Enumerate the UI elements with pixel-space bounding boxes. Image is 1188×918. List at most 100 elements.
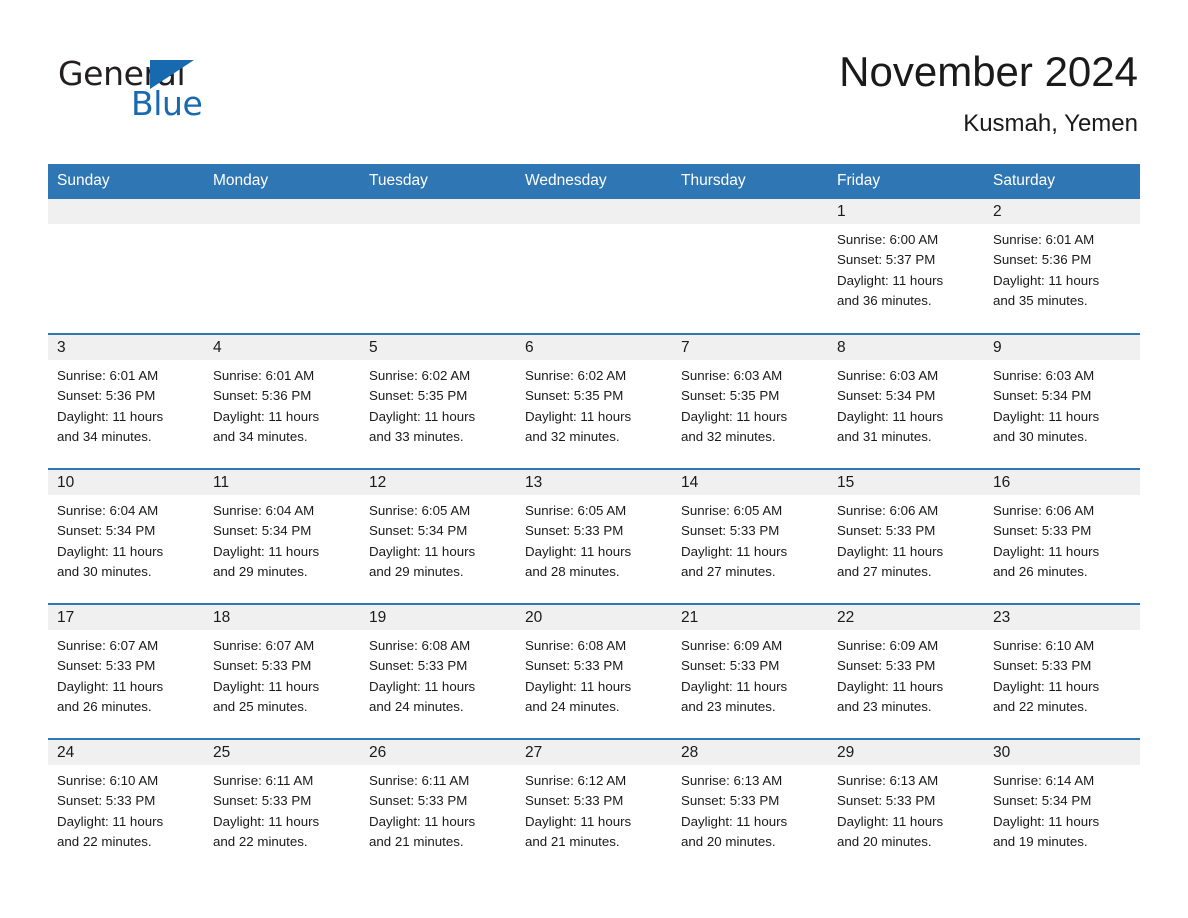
sunrise-time: Sunrise: 6:02 AM bbox=[525, 368, 627, 384]
calendar-day-cell[interactable]: 16 Sunrise: 6:06 AM Sunset: 5:33 PM Dayligh… bbox=[984, 468, 1140, 605]
sunrise-time: Sunrise: 6:14 AM bbox=[993, 773, 1095, 789]
calendar-day-cell[interactable]: 8 Sunrise: 6:03 AM Sunset: 5:34 PM Daylight… bbox=[828, 333, 984, 470]
calendar-day-cell[interactable]: 14 Sunrise: 6:05 AM Sunset: 5:33 PM Dayligh… bbox=[672, 468, 828, 605]
day-cell-content: 28 Sunrise: 6:13 AM Sunset: 5:33 PM Dayligh… bbox=[672, 740, 828, 874]
sunset-time: Sunset: 5:33 PM bbox=[681, 523, 780, 539]
generalblue-logo[interactable]: General Blue bbox=[58, 48, 228, 123]
sunrise-time: Sunrise: 6:07 AM bbox=[57, 638, 159, 654]
day-number: 9 bbox=[984, 335, 1140, 361]
sunrise-time: Sunrise: 6:02 AM bbox=[369, 368, 471, 384]
calendar-day-cell[interactable]: 13 Sunrise: 6:05 AM Sunset: 5:33 PM Dayligh… bbox=[516, 468, 672, 605]
day-details bbox=[360, 224, 516, 230]
calendar-day-cell[interactable]: 30 Sunrise: 6:14 AM Sunset: 5:34 PM Dayligh… bbox=[984, 738, 1140, 875]
daylight-duration-line1: Daylight: 11 hours bbox=[993, 272, 1100, 288]
sunset-time: Sunset: 5:33 PM bbox=[57, 658, 156, 674]
day-number bbox=[672, 199, 828, 225]
calendar-day-cell[interactable]: 29 Sunrise: 6:13 AM Sunset: 5:33 PM Dayligh… bbox=[828, 738, 984, 875]
day-details: Sunrise: 6:03 AM Sunset: 5:35 PM Daylight:… bbox=[672, 360, 828, 447]
calendar-day-cell[interactable]: 21 Sunrise: 6:09 AM Sunset: 5:33 PM Dayligh… bbox=[672, 603, 828, 740]
sunrise-time: Sunrise: 6:09 AM bbox=[681, 638, 783, 654]
day-number: 3 bbox=[48, 335, 204, 361]
daylight-duration-line1: Daylight: 11 hours bbox=[213, 813, 320, 829]
sunset-time: Sunset: 5:33 PM bbox=[525, 658, 624, 674]
daylight-duration-line2: and 25 minutes. bbox=[213, 698, 308, 714]
sunset-time: Sunset: 5:33 PM bbox=[993, 658, 1092, 674]
calendar-day-cell[interactable]: 17 Sunrise: 6:07 AM Sunset: 5:33 PM Dayligh… bbox=[48, 603, 204, 740]
weekday-header-wednesday: Wednesday bbox=[516, 164, 672, 200]
daylight-duration-line1: Daylight: 11 hours bbox=[837, 543, 944, 559]
calendar-day-cell[interactable]: 9 Sunrise: 6:03 AM Sunset: 5:34 PM Daylight… bbox=[984, 333, 1140, 470]
calendar-day-cell[interactable]: 27 Sunrise: 6:12 AM Sunset: 5:33 PM Dayligh… bbox=[516, 738, 672, 875]
sunset-time: Sunset: 5:33 PM bbox=[681, 793, 780, 809]
day-cell-content: 3 Sunrise: 6:01 AM Sunset: 5:36 PM Daylight… bbox=[48, 335, 204, 468]
sunrise-time: Sunrise: 6:01 AM bbox=[213, 368, 315, 384]
calendar-day-cell[interactable]: 7 Sunrise: 6:03 AM Sunset: 5:35 PM Daylight… bbox=[672, 333, 828, 470]
day-cell-content: 22 Sunrise: 6:09 AM Sunset: 5:33 PM Dayligh… bbox=[828, 605, 984, 738]
day-details: Sunrise: 6:04 AM Sunset: 5:34 PM Daylight:… bbox=[48, 495, 204, 582]
sunrise-time: Sunrise: 6:06 AM bbox=[993, 503, 1095, 519]
calendar-day-cell[interactable]: 2 Sunrise: 6:01 AM Sunset: 5:36 PM Daylight… bbox=[984, 199, 1140, 334]
daylight-duration-line1: Daylight: 11 hours bbox=[681, 678, 788, 694]
calendar-day-cell[interactable]: 24 Sunrise: 6:10 AM Sunset: 5:33 PM Dayligh… bbox=[48, 738, 204, 875]
calendar-day-cell-empty bbox=[204, 199, 360, 334]
daylight-duration-line1: Daylight: 11 hours bbox=[837, 272, 944, 288]
calendar-day-cell[interactable]: 23 Sunrise: 6:10 AM Sunset: 5:33 PM Dayligh… bbox=[984, 603, 1140, 740]
calendar-day-cell[interactable]: 26 Sunrise: 6:11 AM Sunset: 5:33 PM Dayligh… bbox=[360, 738, 516, 875]
daylight-duration-line2: and 31 minutes. bbox=[837, 428, 932, 444]
weekday-header-thursday: Thursday bbox=[672, 164, 828, 200]
sunrise-time: Sunrise: 6:08 AM bbox=[525, 638, 627, 654]
calendar-day-cell[interactable]: 3 Sunrise: 6:01 AM Sunset: 5:36 PM Daylight… bbox=[48, 333, 204, 470]
sunrise-time: Sunrise: 6:10 AM bbox=[993, 638, 1095, 654]
day-details: Sunrise: 6:14 AM Sunset: 5:34 PM Daylight:… bbox=[984, 765, 1140, 852]
day-details: Sunrise: 6:11 AM Sunset: 5:33 PM Daylight:… bbox=[360, 765, 516, 852]
day-number bbox=[360, 199, 516, 225]
day-cell-content: 19 Sunrise: 6:08 AM Sunset: 5:33 PM Dayligh… bbox=[360, 605, 516, 738]
day-details: Sunrise: 6:13 AM Sunset: 5:33 PM Daylight:… bbox=[828, 765, 984, 852]
day-details: Sunrise: 6:02 AM Sunset: 5:35 PM Daylight:… bbox=[516, 360, 672, 447]
day-number bbox=[48, 199, 204, 225]
day-cell-content: 17 Sunrise: 6:07 AM Sunset: 5:33 PM Dayligh… bbox=[48, 605, 204, 738]
daylight-duration-line1: Daylight: 11 hours bbox=[213, 543, 320, 559]
calendar-day-cell[interactable]: 4 Sunrise: 6:01 AM Sunset: 5:36 PM Daylight… bbox=[204, 333, 360, 470]
calendar-day-cell[interactable]: 10 Sunrise: 6:04 AM Sunset: 5:34 PM Dayligh… bbox=[48, 468, 204, 605]
day-cell-content: 20 Sunrise: 6:08 AM Sunset: 5:33 PM Dayligh… bbox=[516, 605, 672, 738]
day-cell-content: 7 Sunrise: 6:03 AM Sunset: 5:35 PM Daylight… bbox=[672, 335, 828, 468]
sunset-time: Sunset: 5:36 PM bbox=[213, 388, 312, 404]
calendar-day-cell[interactable]: 1 Sunrise: 6:00 AM Sunset: 5:37 PM Daylight… bbox=[828, 199, 984, 334]
calendar-day-cell[interactable]: 22 Sunrise: 6:09 AM Sunset: 5:33 PM Dayligh… bbox=[828, 603, 984, 740]
daylight-duration-line2: and 19 minutes. bbox=[993, 833, 1088, 849]
daylight-duration-line2: and 20 minutes. bbox=[681, 833, 776, 849]
sunrise-time: Sunrise: 6:05 AM bbox=[369, 503, 471, 519]
calendar-day-cell[interactable]: 6 Sunrise: 6:02 AM Sunset: 5:35 PM Daylight… bbox=[516, 333, 672, 470]
day-details: Sunrise: 6:05 AM Sunset: 5:33 PM Daylight:… bbox=[672, 495, 828, 582]
day-cell-content: 21 Sunrise: 6:09 AM Sunset: 5:33 PM Dayligh… bbox=[672, 605, 828, 738]
day-cell-content: 29 Sunrise: 6:13 AM Sunset: 5:33 PM Dayligh… bbox=[828, 740, 984, 874]
day-number: 14 bbox=[672, 470, 828, 496]
calendar-day-cell[interactable]: 15 Sunrise: 6:06 AM Sunset: 5:33 PM Dayligh… bbox=[828, 468, 984, 605]
daylight-duration-line2: and 24 minutes. bbox=[525, 698, 620, 714]
calendar-week-row: 1 Sunrise: 6:00 AM Sunset: 5:37 PM Daylight… bbox=[48, 199, 1140, 334]
day-details: Sunrise: 6:04 AM Sunset: 5:34 PM Daylight:… bbox=[204, 495, 360, 582]
daylight-duration-line2: and 30 minutes. bbox=[57, 563, 152, 579]
day-number: 12 bbox=[360, 470, 516, 496]
sunset-time: Sunset: 5:33 PM bbox=[213, 793, 312, 809]
calendar-day-cell[interactable]: 5 Sunrise: 6:02 AM Sunset: 5:35 PM Daylight… bbox=[360, 333, 516, 470]
calendar-day-cell[interactable]: 25 Sunrise: 6:11 AM Sunset: 5:33 PM Dayligh… bbox=[204, 738, 360, 875]
calendar-day-cell[interactable]: 11 Sunrise: 6:04 AM Sunset: 5:34 PM Dayligh… bbox=[204, 468, 360, 605]
day-number: 26 bbox=[360, 740, 516, 766]
daylight-duration-line1: Daylight: 11 hours bbox=[213, 408, 320, 424]
title-block: November 2024 Kusmah, Yemen bbox=[839, 48, 1138, 138]
calendar-day-cell[interactable]: 18 Sunrise: 6:07 AM Sunset: 5:33 PM Dayligh… bbox=[204, 603, 360, 740]
sunrise-time: Sunrise: 6:08 AM bbox=[369, 638, 471, 654]
calendar-day-cell[interactable]: 20 Sunrise: 6:08 AM Sunset: 5:33 PM Dayligh… bbox=[516, 603, 672, 740]
calendar-header-row: Sunday Monday Tuesday Wednesday Thursday… bbox=[48, 164, 1140, 200]
weekday-header-tuesday: Tuesday bbox=[360, 164, 516, 200]
day-cell-content: 25 Sunrise: 6:11 AM Sunset: 5:33 PM Dayligh… bbox=[204, 740, 360, 874]
daylight-duration-line1: Daylight: 11 hours bbox=[681, 408, 788, 424]
sunrise-time: Sunrise: 6:05 AM bbox=[681, 503, 783, 519]
calendar-day-cell[interactable]: 12 Sunrise: 6:05 AM Sunset: 5:34 PM Dayligh… bbox=[360, 468, 516, 605]
calendar-day-cell[interactable]: 19 Sunrise: 6:08 AM Sunset: 5:33 PM Dayligh… bbox=[360, 603, 516, 740]
calendar-day-cell[interactable]: 28 Sunrise: 6:13 AM Sunset: 5:33 PM Dayligh… bbox=[672, 738, 828, 875]
daylight-duration-line1: Daylight: 11 hours bbox=[681, 543, 788, 559]
day-details bbox=[204, 224, 360, 230]
